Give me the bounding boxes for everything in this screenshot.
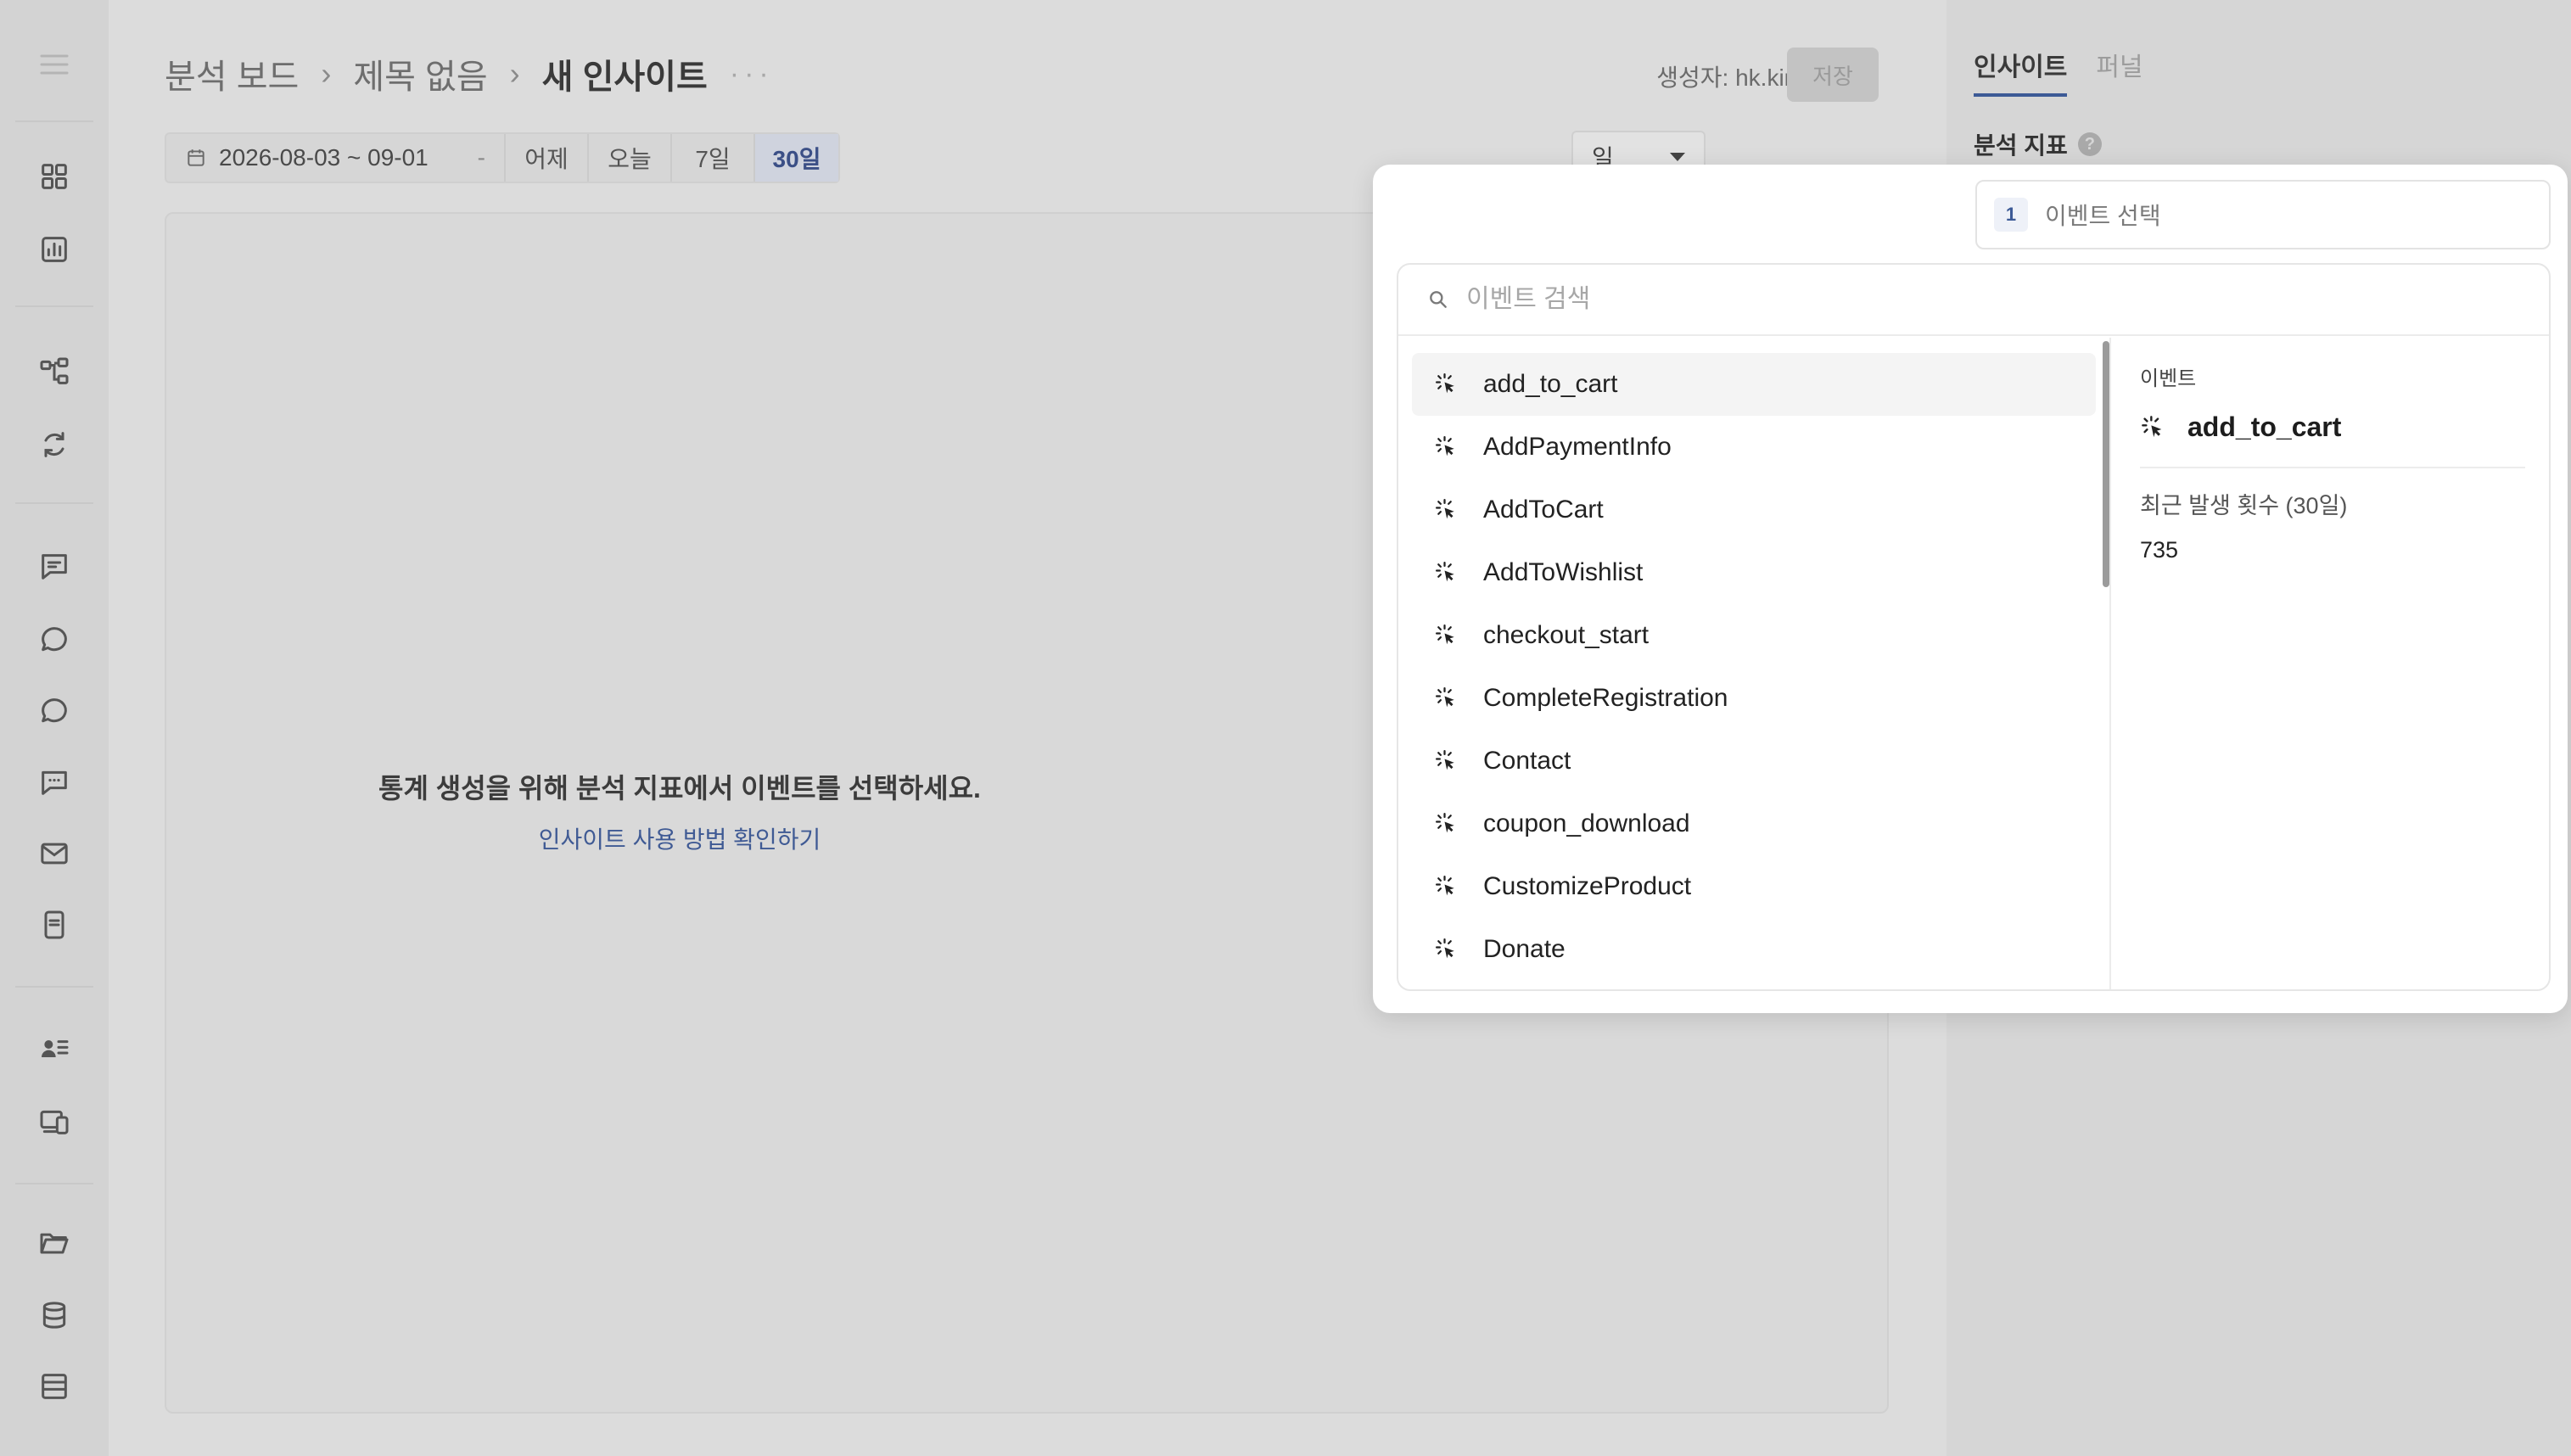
refresh-icon[interactable]	[34, 424, 75, 465]
date-range-caret: -	[477, 144, 485, 171]
breadcrumb-parent[interactable]: 제목 없음	[353, 49, 487, 98]
chat-bubble-icon[interactable]	[34, 619, 75, 660]
mobile-icon[interactable]	[34, 904, 75, 945]
page-title[interactable]: 새 인사이트	[542, 49, 708, 98]
event-detail-name-row: add_to_cart	[2140, 412, 2525, 468]
click-cursor-icon	[1434, 874, 1459, 899]
date-range-picker[interactable]: 2026-08-03 ~ 09-01 -	[166, 134, 506, 182]
event-list-item[interactable]: coupon_download	[1412, 792, 2096, 855]
event-select-field[interactable]: 1 이벤트 선택	[1975, 180, 2551, 249]
event-list-item-label: AddToCart	[1483, 496, 1604, 524]
event-list-item[interactable]: checkout_start	[1412, 604, 2096, 667]
event-list-item-label: AddPaymentInfo	[1483, 433, 1672, 461]
breadcrumb: 분석 보드 › 제목 없음 › 새 인사이트 ···	[165, 49, 774, 98]
tab-insight[interactable]: 인사이트	[1974, 46, 2068, 97]
event-list-item[interactable]: Donate	[1412, 918, 2096, 981]
comment-icon[interactable]	[34, 762, 75, 803]
event-list-item-label: checkout_start	[1483, 621, 1650, 649]
event-list-item[interactable]: add_to_cart	[1412, 353, 2096, 416]
creator-label: 생성자: hk.kim	[1656, 64, 1804, 91]
calendar-icon	[188, 149, 204, 166]
click-cursor-icon	[1434, 434, 1459, 460]
event-list-item-label: CompleteRegistration	[1483, 684, 1728, 712]
breadcrumb-root[interactable]: 분석 보드	[165, 49, 299, 98]
click-cursor-icon	[1434, 560, 1459, 585]
more-options-icon[interactable]: ···	[730, 58, 774, 91]
event-list-item-label: Donate	[1483, 935, 1566, 963]
click-cursor-icon	[2142, 415, 2162, 437]
menu-icon[interactable]	[34, 44, 75, 85]
quick-range-yesterday[interactable]: 어제	[506, 134, 589, 182]
event-list-item[interactable]: CompleteRegistration	[1412, 667, 2096, 730]
date-filter: 2026-08-03 ~ 09-01 - 어제 오늘 7일 30일	[165, 132, 840, 183]
folder-icon[interactable]	[34, 1224, 75, 1264]
quick-range-30d[interactable]: 30일	[755, 134, 838, 182]
click-cursor-icon	[1434, 937, 1459, 962]
chart-icon[interactable]	[34, 229, 75, 270]
quick-range-7d[interactable]: 7일	[672, 134, 755, 182]
event-picker-popover: 1 이벤트 선택 add_to_cart AddPaymentInfo AddToC…	[1373, 165, 2568, 1013]
event-picker: add_to_cart AddPaymentInfo AddToCart AddToW…	[1397, 263, 2551, 991]
click-cursor-icon	[1434, 748, 1459, 774]
database-icon[interactable]	[34, 1295, 75, 1336]
chevron-right-icon: ›	[509, 56, 520, 91]
event-detail: 이벤트 add_to_cart 최근 발생 횟수 (30일) 735	[2113, 338, 2549, 989]
event-stat-value: 735	[2140, 537, 2179, 563]
chat-bubble-alt-icon[interactable]	[34, 691, 75, 731]
event-list-item-label: coupon_download	[1483, 809, 1690, 837]
metric-section-title: 분석 지표 ?	[1974, 127, 2102, 161]
event-select-placeholder: 이벤트 선택	[2045, 203, 2161, 229]
click-cursor-icon	[1434, 686, 1459, 711]
quick-range-today[interactable]: 오늘	[589, 134, 672, 182]
click-cursor-icon	[1434, 811, 1459, 837]
flow-icon[interactable]	[34, 351, 75, 392]
event-detail-name: add_to_cart	[2187, 412, 2342, 442]
event-list-item-label: CustomizeProduct	[1483, 872, 1692, 900]
chevron-right-icon: ›	[321, 56, 332, 91]
save-button[interactable]: 저장	[1787, 48, 1879, 102]
dashboard-icon[interactable]	[34, 156, 75, 197]
metric-title-text: 분석 지표	[1974, 132, 2068, 159]
caret-down-icon	[1670, 153, 1685, 161]
click-cursor-icon	[1434, 497, 1459, 523]
tab-funnel[interactable]: 퍼널	[2096, 46, 2142, 97]
date-range-value: 2026-08-03 ~ 09-01	[219, 144, 428, 171]
help-link[interactable]: 인사이트 사용 방법 확인하기	[166, 821, 1193, 855]
event-list-item[interactable]: Contact	[1412, 730, 2096, 792]
devices-icon[interactable]	[34, 1101, 75, 1142]
event-search-bar	[1398, 265, 2549, 336]
event-stat-label: 최근 발생 횟수 (30일)	[2140, 493, 2348, 518]
event-list-item-label: Contact	[1483, 747, 1571, 775]
event-list-item-label: add_to_cart	[1483, 370, 1618, 398]
event-list-item-label: AddToWishlist	[1483, 558, 1644, 586]
event-list-item[interactable]: AddToWishlist	[1412, 541, 2096, 604]
empty-state-message: 통계 생성을 위해 분석 지표에서 이벤트를 선택하세요.	[378, 773, 981, 804]
event-list-scrollbar[interactable]	[2103, 341, 2109, 587]
metric-index-badge: 1	[1994, 198, 2028, 232]
event-list-item[interactable]: CustomizeProduct	[1412, 855, 2096, 918]
click-cursor-icon	[1434, 623, 1459, 648]
mail-icon[interactable]	[34, 833, 75, 874]
click-cursor-icon	[1434, 372, 1459, 397]
event-list: add_to_cart AddPaymentInfo AddToCart AddToW…	[1398, 338, 2111, 989]
event-detail-category: 이벤트	[2140, 367, 2197, 390]
left-icon-rail	[0, 0, 109, 1456]
help-icon[interactable]: ?	[2077, 132, 2102, 156]
panel-tabs: 인사이트 퍼널	[1974, 46, 2143, 97]
user-list-icon[interactable]	[34, 1028, 75, 1069]
event-list-item[interactable]: AddPaymentInfo	[1412, 416, 2096, 479]
table-icon[interactable]	[34, 1366, 75, 1407]
message-board-icon[interactable]	[34, 546, 75, 587]
search-icon	[1430, 291, 1447, 308]
event-search-input[interactable]	[1466, 285, 2315, 314]
event-list-item[interactable]: AddToCart	[1412, 479, 2096, 541]
